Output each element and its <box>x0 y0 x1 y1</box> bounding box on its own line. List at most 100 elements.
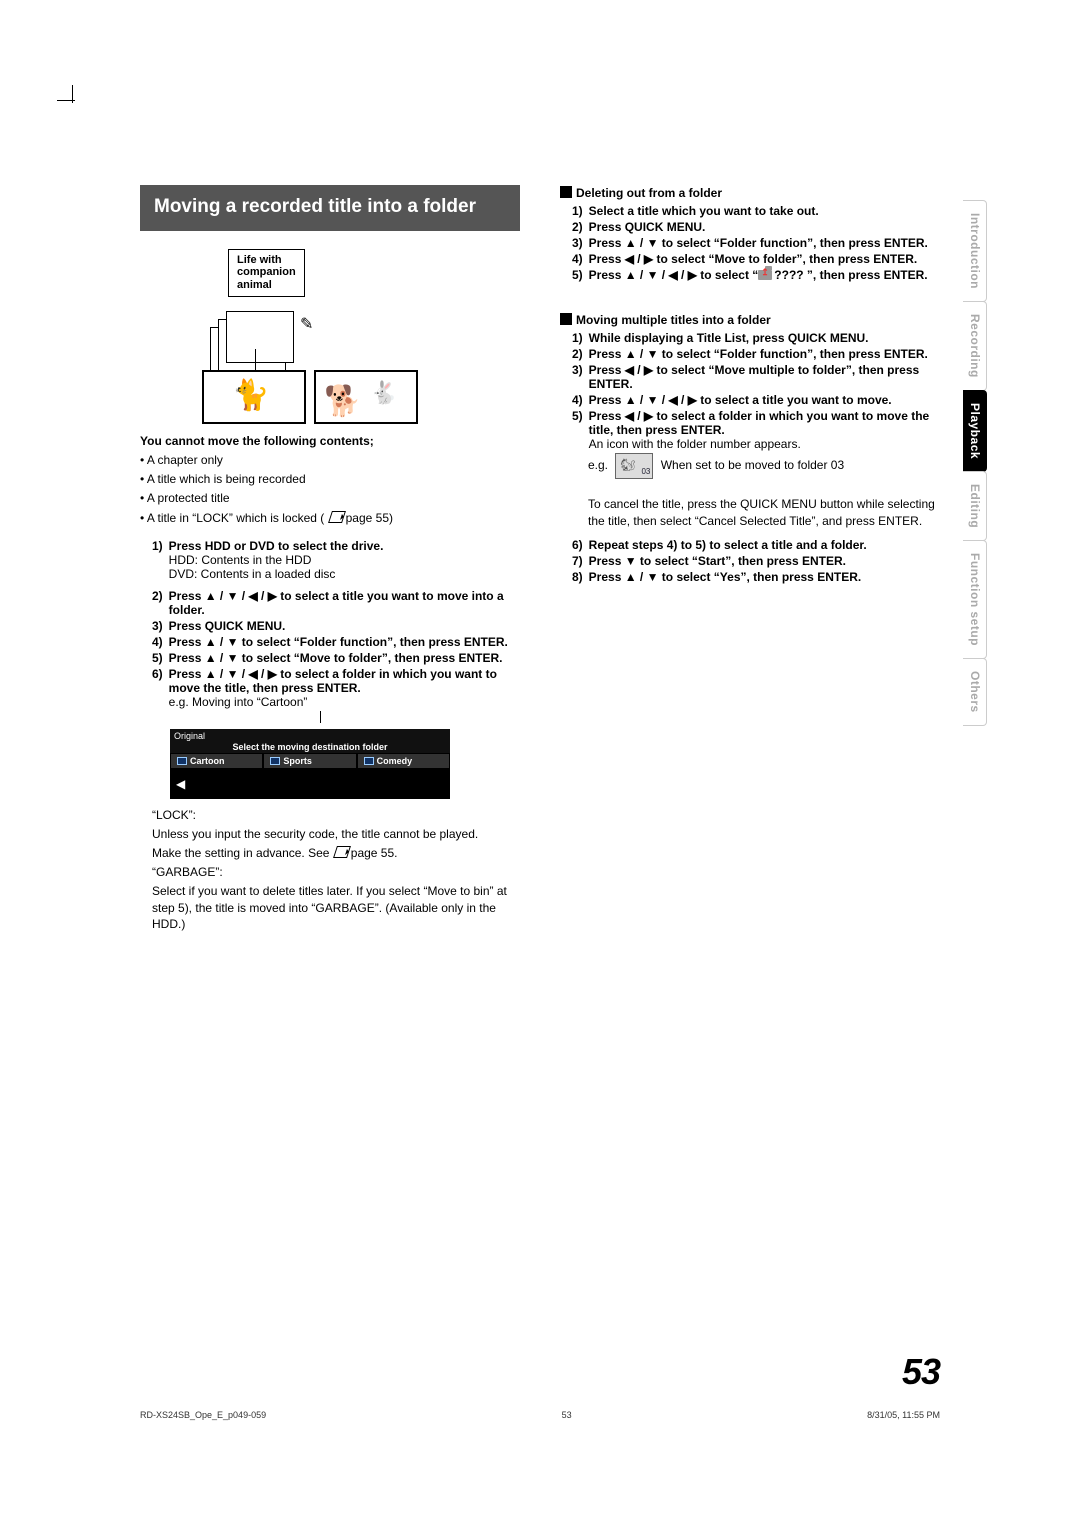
mini-cell-label: Cartoon <box>190 756 225 766</box>
square-bullet-icon <box>560 186 572 198</box>
step-num: 1) <box>572 204 583 218</box>
left-column: Moving a recorded title into a folder Li… <box>140 185 520 935</box>
step-text: Press ▲ / ▼ / ◀ / ▶ to select a folder i… <box>169 667 497 695</box>
lock-head: “LOCK”: <box>152 807 520 823</box>
step-text: Select a title which you want to take ou… <box>589 204 940 218</box>
section-heading: Moving a recorded title into a folder <box>140 185 520 231</box>
step-text: Press ▲ / ▼ / ◀ / ▶ to select “↥???? ”, … <box>589 268 940 282</box>
step-num: 6) <box>572 538 583 552</box>
mini-cell: Cartoon <box>170 753 263 769</box>
step-num: 7) <box>572 554 583 568</box>
step-num: 4) <box>152 635 163 649</box>
subsection-heading: Deleting out from a folder <box>560 185 940 201</box>
step-num: 5) <box>572 409 583 451</box>
eg-suffix: When set to be moved to folder 03 <box>661 459 844 473</box>
tab-introduction: Introduction <box>963 200 987 302</box>
step-num: 2) <box>152 589 163 617</box>
page-number: 53 <box>902 1351 940 1393</box>
step-sub: An icon with the folder number appears. <box>589 437 940 451</box>
garbage-head: “GARBAGE”: <box>152 864 520 880</box>
lock-see: Make the setting in advance. See page 55… <box>152 845 520 861</box>
mini-cell: Sports <box>263 753 356 769</box>
callout-line <box>320 711 322 723</box>
example-line: e.g. 🐿 When set to be moved to folder 03 <box>560 453 940 479</box>
page-ref: page 55 <box>346 511 389 525</box>
subsection-heading: Moving multiple titles into a folder <box>560 312 940 328</box>
footer-left: RD-XS24SB_Ope_E_p049-059 <box>140 1410 266 1420</box>
mini-corner: Original <box>170 729 450 741</box>
cannot-heading: You cannot move the following contents; <box>140 433 520 449</box>
tab-recording: Recording <box>963 301 987 391</box>
illustration: Life with companion animal ✎ 🐈 🐕🐇 <box>140 249 520 419</box>
right-column: Deleting out from a folder 1) Select a ti… <box>560 185 940 935</box>
footer: RD-XS24SB_Ope_E_p049-059 53 8/31/05, 11:… <box>140 1410 940 1420</box>
cannot-item-text: A title which is being recorded <box>147 472 306 486</box>
folder-label: Life with companion animal <box>228 249 305 297</box>
lock-body: Unless you input the security code, the … <box>152 826 520 842</box>
step-text: Press ▲ / ▼ to select “Move to folder”, … <box>169 651 520 665</box>
cannot-item: • A chapter only <box>140 452 520 468</box>
subsection-title: Deleting out from a folder <box>576 186 722 200</box>
folder-icon <box>364 757 374 765</box>
square-bullet-icon <box>560 313 572 325</box>
animal-cards: 🐈 🐕🐇 <box>202 367 422 422</box>
step-text: Press ◀ / ▶ to select “Move multiple to … <box>589 363 940 391</box>
thumbnail-icon: 🐿 <box>615 453 653 479</box>
eg-prefix: e.g. <box>588 459 608 473</box>
page-ref-icon <box>333 846 351 858</box>
step-sub: HDD: Contents in the HDD <box>169 553 520 567</box>
step-num: 1) <box>572 331 583 345</box>
step-text: Press ▲ / ▼ to select “Folder function”,… <box>589 236 940 250</box>
footer-right: 8/31/05, 11:55 PM <box>867 1410 940 1420</box>
footer-center: 53 <box>562 1410 572 1420</box>
step-sub: DVD: Contents in a loaded disc <box>169 567 520 581</box>
cannot-item: • A title which is being recorded <box>140 471 520 487</box>
step-text: Press ▲ / ▼ to select “Folder function”,… <box>589 347 940 361</box>
step-num: 4) <box>572 393 583 407</box>
step-text: Press ◀ / ▶ to select a folder in which … <box>589 409 930 437</box>
cannot-item-text: A chapter only <box>147 453 223 467</box>
folder-icon <box>270 757 280 765</box>
step-text: Press ◀ / ▶ to select “Move to folder”, … <box>589 252 940 266</box>
folder-icon <box>177 757 187 765</box>
step-num: 3) <box>572 363 583 391</box>
page-ref-icon <box>328 511 346 523</box>
step-num: 2) <box>572 220 583 234</box>
step-text: Press QUICK MENU. <box>589 220 940 234</box>
step-text: Press QUICK MENU. <box>169 619 520 633</box>
folder-up-icon: ↥ <box>758 270 772 280</box>
mini-cell-label: Sports <box>283 756 312 766</box>
page-ref: page 55 <box>351 846 394 860</box>
crop-mark <box>72 85 73 103</box>
step-sub: e.g. Moving into “Cartoon” <box>169 695 520 709</box>
cannot-item-text: A protected title <box>147 491 230 505</box>
step-num: 3) <box>572 236 583 250</box>
step-num: 4) <box>572 252 583 266</box>
garbage-body: Select if you want to delete titles late… <box>152 883 520 932</box>
tab-others: Others <box>963 658 987 726</box>
left-arrow-icon: ◀ <box>170 777 185 791</box>
step-text: Repeat steps 4) to 5) to select a title … <box>589 538 940 552</box>
step-text: Press ▲ / ▼ to select “Yes”, then press … <box>589 570 940 584</box>
step-text: Press ▲ / ▼ / ◀ / ▶ to select a title yo… <box>169 589 520 617</box>
cancel-paragraph: To cancel the title, press the QUICK MEN… <box>560 496 940 528</box>
mini-header: Select the moving destination folder <box>170 741 450 753</box>
step-text: While displaying a Title List, press QUI… <box>589 331 940 345</box>
step-num: 5) <box>152 651 163 665</box>
step-text: Press ▲ / ▼ to select “Folder function”,… <box>169 635 520 649</box>
step-num: 2) <box>572 347 583 361</box>
cannot-item: • A title in “LOCK” which is locked ( pa… <box>140 510 520 526</box>
subsection-title: Moving multiple titles into a folder <box>576 313 771 327</box>
tab-playback: Playback <box>963 390 987 472</box>
step-num: 8) <box>572 570 583 584</box>
mini-cell: Comedy <box>357 753 450 769</box>
step-num: 1) <box>152 539 163 581</box>
step-text: Press ▼ to select “Start”, then press EN… <box>589 554 940 568</box>
cannot-item: • A protected title <box>140 490 520 506</box>
step-num: 6) <box>152 667 163 709</box>
tab-editing: Editing <box>963 471 987 541</box>
tab-function-setup: Function setup <box>963 540 987 659</box>
side-tabs: Introduction Recording Playback Editing … <box>963 200 987 725</box>
step-num: 3) <box>152 619 163 633</box>
pencil-icon: ✎ <box>300 314 313 334</box>
